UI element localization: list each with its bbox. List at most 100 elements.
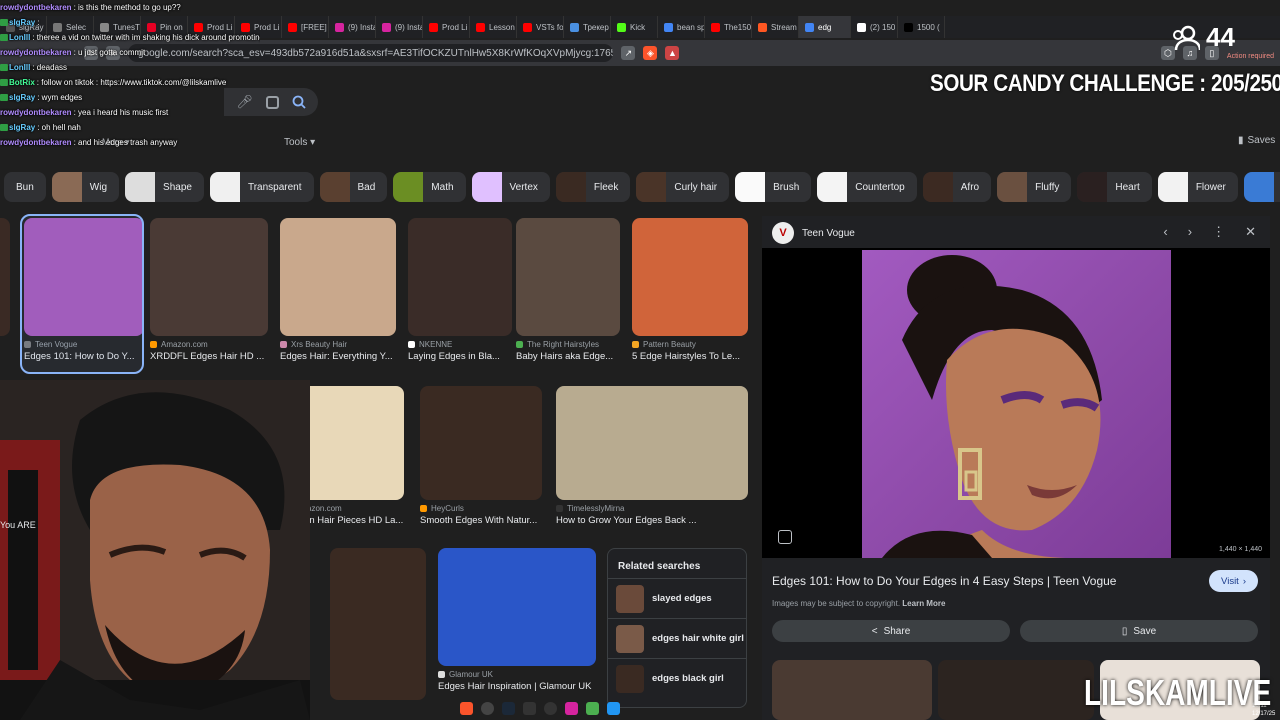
browser-tab[interactable]: [FREE] xyxy=(282,16,329,38)
result-source-name: The Right Hairstyles xyxy=(527,340,600,349)
browser-tab[interactable]: edg xyxy=(799,16,851,38)
result-source: TimelesslyMirna xyxy=(556,504,748,513)
refine-chip[interactable]: Bad xyxy=(319,172,388,202)
chat-text: : and his edges trash anyway xyxy=(73,138,178,147)
preview-title[interactable]: Edges 101: How to Do Your Edges in 4 Eas… xyxy=(772,574,1116,588)
share-button[interactable]: < Share xyxy=(772,620,1010,642)
result-title: You ARE xyxy=(0,520,36,530)
action-required-label[interactable]: Action required xyxy=(1227,53,1274,60)
image-result[interactable]: HeyCurls Smooth Edges With Natur... xyxy=(420,386,542,526)
source-favicon-icon xyxy=(516,341,523,348)
refine-chip[interactable]: Fluffy xyxy=(997,172,1072,202)
result-image[interactable] xyxy=(330,548,426,700)
image-result[interactable]: The Right Hairstyles Baby Hairs aka Edge.… xyxy=(516,218,620,362)
brave-icon[interactable] xyxy=(460,702,473,715)
search-icon[interactable] xyxy=(292,95,306,109)
image-result[interactable]: TimelesslyMirna How to Grow Your Edges Ba… xyxy=(556,386,748,526)
related-search-item[interactable]: slayed edges xyxy=(608,578,746,618)
lens-icon[interactable] xyxy=(265,95,279,109)
tab-favicon-icon xyxy=(711,22,720,32)
refine-chip[interactable]: Vertex xyxy=(471,172,550,202)
chip-thumbnail xyxy=(636,172,667,202)
browser-tab[interactable]: VSTs fo xyxy=(517,16,564,38)
refine-chip[interactable]: Curly hair xyxy=(636,172,730,202)
image-result[interactable]: Amazon.com XRDDFL Edges Hair HD ... xyxy=(150,218,268,362)
chip-label: Countertop xyxy=(855,181,905,193)
refine-chip[interactable]: Fleek xyxy=(555,172,631,202)
tools-button[interactable]: Tools ▾ xyxy=(284,137,315,148)
image-result[interactable]: Xrs Beauty Hair Edges Hair: Everything Y.… xyxy=(280,218,396,362)
app-icon[interactable] xyxy=(586,702,599,715)
tab-favicon-icon xyxy=(382,22,391,32)
close-icon[interactable]: ✕ xyxy=(1245,224,1256,240)
browser-tab[interactable]: Трекер xyxy=(564,16,611,38)
share-icon[interactable]: ↗ xyxy=(621,46,636,60)
browser-tab[interactable]: Stream xyxy=(752,16,799,38)
refine-chip[interactable]: Transparent xyxy=(209,172,314,202)
chip-thumbnail xyxy=(319,172,350,202)
chip-label: Transparent xyxy=(247,181,302,193)
visual-search-icon[interactable] xyxy=(778,530,792,544)
browser-tab[interactable]: (9) Insta xyxy=(376,16,423,38)
refine-chip[interactable]: Afro xyxy=(922,172,992,202)
obs-icon[interactable] xyxy=(481,702,494,715)
image-result[interactable]: NKENNE Laying Edges in Bla... xyxy=(408,218,512,362)
app-icon[interactable] xyxy=(523,702,536,715)
refine-chip[interactable]: Wig xyxy=(51,172,120,202)
result-source-name: Amazon.com xyxy=(161,340,208,349)
app-icon[interactable] xyxy=(544,702,557,715)
related-thumbnail xyxy=(616,624,644,653)
chip-thumbnail xyxy=(735,172,766,202)
badge-icon xyxy=(0,34,8,41)
related-image[interactable] xyxy=(938,660,1094,720)
browser-tab[interactable]: Kick xyxy=(611,16,658,38)
image-result[interactable]: Glamour UK Edges Hair Inspiration | Glamo… xyxy=(438,548,596,692)
saves-button[interactable]: ▮ Saves xyxy=(1238,135,1275,146)
tab-label: The150 xyxy=(724,22,752,32)
result-title: Smooth Edges With Natur... xyxy=(420,515,538,526)
preview-image[interactable] xyxy=(862,250,1171,558)
share-label: Share xyxy=(883,625,911,637)
related-image[interactable] xyxy=(772,660,932,720)
browser-tab[interactable]: (9) Insta xyxy=(329,16,376,38)
chat-message: slgRay: wym edges xyxy=(0,90,260,105)
result-image xyxy=(408,218,512,336)
chat-username: rowdydontbekaren xyxy=(0,138,72,147)
browser-tab[interactable]: Lesson xyxy=(470,16,517,38)
refine-chip[interactable]: Brush xyxy=(735,172,812,202)
channel-name: LILSKAMLIVE xyxy=(1084,672,1272,713)
related-search-item[interactable]: edges hair white girl xyxy=(608,618,746,658)
tab-label: VSTs fo xyxy=(536,22,564,32)
browser-tab[interactable]: Prod Li xyxy=(423,16,470,38)
refine-chip[interactable]: Countertop xyxy=(817,172,917,202)
save-button[interactable]: ▯ Save xyxy=(1020,620,1258,642)
notepad-icon[interactable] xyxy=(607,702,620,715)
chat-message: rowdydontbekaren: u just gotta commit xyxy=(0,45,260,60)
browser-tab[interactable]: (2) 150 xyxy=(851,16,898,38)
prev-arrow-icon[interactable]: ‹ xyxy=(1163,224,1167,240)
related-search-item[interactable]: edges black girl xyxy=(608,658,746,698)
bookmark-icon: ▮ xyxy=(1238,135,1244,146)
instagram-icon[interactable] xyxy=(565,702,578,715)
chip-thumbnail xyxy=(555,172,586,202)
result-image[interactable] xyxy=(0,218,10,336)
browser-tab[interactable]: bean sp xyxy=(658,16,705,38)
image-result[interactable]: Pattern Beauty 5 Edge Hairstyles To Le... xyxy=(632,218,748,362)
visit-button[interactable]: Visit › xyxy=(1209,570,1258,592)
next-arrow-icon[interactable]: › xyxy=(1188,224,1192,240)
refine-chip[interactable]: Math xyxy=(393,172,466,202)
refine-chip[interactable]: Heart xyxy=(1077,172,1152,202)
more-vert-icon[interactable]: ⋮ xyxy=(1212,224,1225,240)
refine-chip[interactable]: Bun xyxy=(4,172,46,202)
refine-chip[interactable]: Pyra xyxy=(1243,172,1280,202)
chip-label: Heart xyxy=(1115,181,1140,193)
learn-more-link[interactable]: Learn More xyxy=(902,599,945,608)
browser-tab[interactable]: The150 xyxy=(705,16,752,38)
browser-tab[interactable]: 1500 ( xyxy=(898,16,945,38)
refine-chip[interactable]: Flower xyxy=(1157,172,1238,202)
brave-shield-icon[interactable]: ◈ xyxy=(643,46,658,60)
refine-chip[interactable]: Shape xyxy=(125,172,204,202)
steam-icon[interactable] xyxy=(502,702,515,715)
preview-source[interactable]: V Teen Vogue xyxy=(772,222,855,244)
brave-rewards-icon[interactable]: ▲ xyxy=(665,46,680,60)
